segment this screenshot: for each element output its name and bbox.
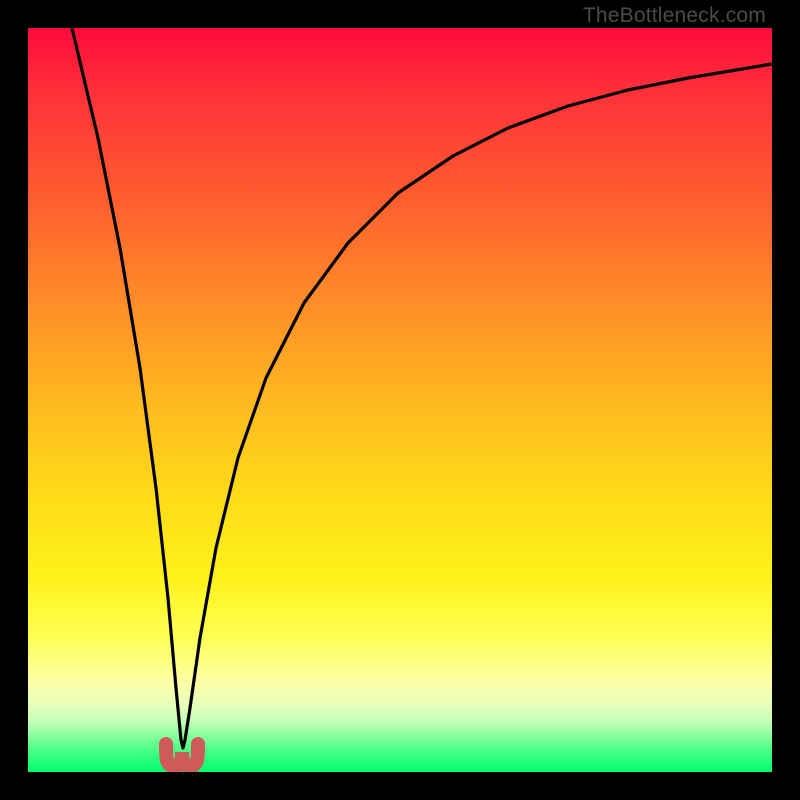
- chart-frame: TheBottleneck.com: [0, 0, 800, 800]
- plot-area: [28, 28, 772, 772]
- watermark-text: TheBottleneck.com: [583, 4, 766, 28]
- bottleneck-curve: [28, 28, 772, 772]
- curve-path: [72, 28, 772, 748]
